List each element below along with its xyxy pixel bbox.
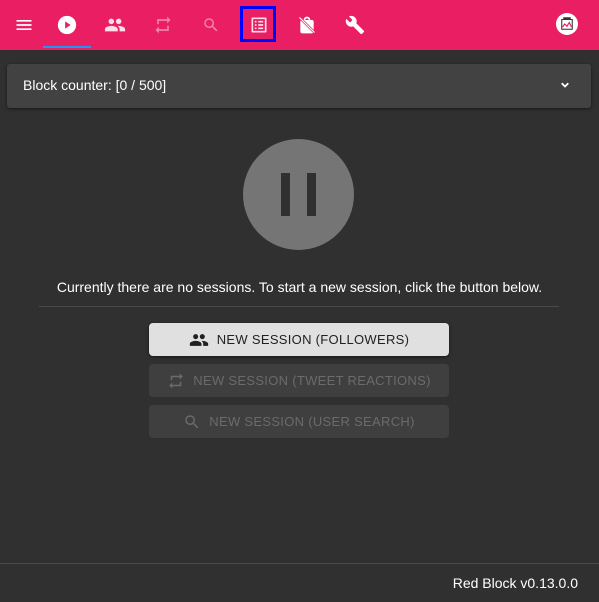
- play-circle-icon: [57, 15, 77, 35]
- search-icon: [204, 18, 218, 32]
- new-session-tweet-reactions-label: NEW SESSION (TWEET REACTIONS): [193, 373, 431, 388]
- tab-tweet-reactions[interactable]: [139, 0, 187, 50]
- new-session-user-search-label: NEW SESSION (USER SEARCH): [209, 414, 415, 429]
- divider: [39, 306, 559, 307]
- people-icon: [104, 18, 126, 32]
- tab-settings[interactable]: [331, 0, 379, 50]
- top-navigation-bar: [0, 0, 599, 50]
- highlight-box: [240, 6, 276, 42]
- pause-bar-left: [281, 173, 290, 216]
- search-icon: [185, 414, 199, 428]
- footer-divider: [0, 563, 599, 564]
- repeat-icon: [155, 16, 171, 34]
- pause-bar-right: [307, 173, 316, 216]
- new-session-user-search-button[interactable]: NEW SESSION (USER SEARCH): [149, 405, 449, 438]
- tab-sessions[interactable]: [43, 0, 91, 50]
- new-session-followers-button[interactable]: NEW SESSION (FOLLOWERS): [149, 323, 449, 356]
- tab-user-search[interactable]: [187, 0, 235, 50]
- people-icon: [189, 333, 208, 346]
- no-sessions-message: Currently there are no sessions. To star…: [56, 279, 543, 295]
- user-avatar-icon: [561, 17, 573, 30]
- tab-followers[interactable]: [91, 0, 139, 50]
- chevron-down-icon: [561, 82, 569, 88]
- menu-icon: [16, 20, 32, 30]
- repeat-icon: [169, 373, 184, 388]
- no-shopping-bag-icon: [298, 16, 316, 34]
- expand-toggle[interactable]: [558, 78, 572, 97]
- user-avatar[interactable]: [556, 13, 578, 35]
- block-counter-label: Block counter: [0 / 500]: [23, 77, 167, 93]
- wrench-icon: [345, 15, 365, 35]
- block-counter-panel[interactable]: Block counter: [0 / 500]: [7, 64, 591, 108]
- menu-button[interactable]: [0, 0, 48, 50]
- version-label: Red Block v0.13.0.0: [452, 575, 578, 591]
- pause-icon: [243, 139, 354, 250]
- tab-blocked-users[interactable]: [283, 0, 331, 50]
- new-session-followers-label: NEW SESSION (FOLLOWERS): [216, 332, 410, 347]
- new-session-tweet-reactions-button[interactable]: NEW SESSION (TWEET REACTIONS): [149, 364, 449, 397]
